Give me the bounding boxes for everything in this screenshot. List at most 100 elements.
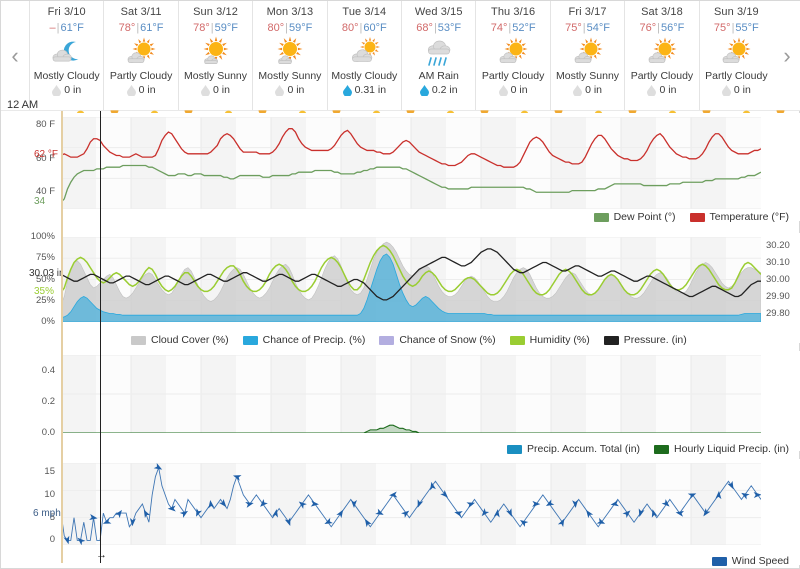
sunrise-icon xyxy=(372,102,381,115)
day-precipitation: 0 in xyxy=(721,84,751,97)
day-temperatures: 75°|55°F xyxy=(713,22,759,34)
day-weather-icon xyxy=(418,36,460,69)
day-high-temp: 78° xyxy=(118,22,136,34)
empty-drop-icon xyxy=(721,84,731,97)
day-precip-amount: 0 in xyxy=(510,84,528,96)
wind-legend[interactable]: Wind Speed xyxy=(711,555,789,567)
day-condition: AM Rain xyxy=(418,70,459,82)
legend-item[interactable]: Pressure. (in) xyxy=(603,334,687,346)
day-precipitation: 0 in xyxy=(201,84,230,97)
sunrise-icon xyxy=(298,102,307,115)
day-precipitation: 0 in xyxy=(498,84,528,97)
day-low-temp: 60°F xyxy=(363,22,387,34)
day-condition: Mostly Sunny xyxy=(184,70,248,82)
day-name: Sun 3/19 xyxy=(713,6,759,18)
legend-item[interactable]: Hourly Liquid Precip. (in) xyxy=(654,443,789,455)
next-days-button[interactable]: › xyxy=(773,1,800,111)
y-axis-tick: 0.2 xyxy=(41,395,55,407)
y2-axis-tick: 29.80 xyxy=(766,307,790,319)
day-weather-icon xyxy=(46,36,88,69)
sunset-icon xyxy=(776,102,785,115)
legend-item[interactable]: Chance of Precip. (%) xyxy=(242,334,365,346)
day-condition: Mostly Sunny xyxy=(556,70,620,82)
legend-item[interactable]: Cloud Cover (%) xyxy=(131,334,229,346)
sunset-icon xyxy=(554,102,563,115)
sunrise-icon xyxy=(150,102,159,115)
day-temperatures: 78°|59°F xyxy=(193,22,238,34)
empty-drop-icon xyxy=(201,84,211,97)
legend-swatch xyxy=(593,212,609,222)
day-precipitation: 0 in xyxy=(573,84,603,97)
day-temperatures: 80°|60°F xyxy=(341,22,387,34)
precipitation-plot-area[interactable] xyxy=(61,355,761,433)
day-weather-icon xyxy=(567,36,609,69)
temperature-plot-area[interactable] xyxy=(61,117,761,209)
day-name: Tue 3/14 xyxy=(342,6,387,18)
legend-item[interactable]: Temperature (°F) xyxy=(689,211,789,223)
day-temperatures: 75°|54°F xyxy=(565,22,610,34)
day-temperatures: –|61°F xyxy=(49,22,84,34)
legend-item[interactable]: Wind Speed xyxy=(711,555,789,567)
legend-item[interactable]: Humidity (%) xyxy=(509,334,590,346)
day-column[interactable]: Sat 3/11 78°|61°F Partly Cloudy 0 in xyxy=(103,1,178,111)
prev-days-button[interactable]: ‹ xyxy=(1,1,29,111)
y-axis-tick: 40 F xyxy=(35,186,55,198)
wind-chart[interactable]: 1510506 mph from NW Wind Speed xyxy=(1,459,800,567)
day-weather-icon xyxy=(492,36,534,69)
empty-drop-icon xyxy=(126,84,136,97)
day-column[interactable]: Sat 3/18 76°|56°F Partly Cloudy 0 in xyxy=(624,1,699,111)
legend-swatch xyxy=(603,335,619,345)
legend-item[interactable]: Dew Point (°) xyxy=(593,211,676,223)
day-precipitation: 0 in xyxy=(126,84,156,97)
day-low-temp: 61°F xyxy=(60,22,84,34)
cloud-chart-plot-area[interactable] xyxy=(61,237,761,322)
wind-plot-area[interactable] xyxy=(61,463,761,545)
day-name: Mon 3/13 xyxy=(266,6,314,18)
day-low-temp: 61°F xyxy=(140,22,164,34)
precipitation-chart[interactable]: 0.4 0.2 0.0 Precip. Accum. Total (in) Hour… xyxy=(1,351,800,455)
legend-item[interactable]: Chance of Snow (%) xyxy=(379,334,496,346)
day-column[interactable]: Mon 3/13 80°|59°F Mostly Sunny 0 in xyxy=(252,1,327,111)
day-precip-amount: 0 in xyxy=(138,84,156,96)
cloud-chart-legend[interactable]: Cloud Cover (%) Chance of Precip. (%) Ch… xyxy=(131,334,687,346)
day-temperatures: 76°|56°F xyxy=(639,22,685,34)
temperature-chart[interactable]: 80 F 60 F 40 F 62 °F 34 Dew Point (°) Temper… xyxy=(1,113,800,223)
day-column[interactable]: Sun 3/12 78°|59°F Mostly Sunny 0 in xyxy=(177,1,253,111)
day-precipitation: 0 in xyxy=(647,84,677,97)
day-precipitation: 0 in xyxy=(52,84,81,97)
legend-swatch xyxy=(379,335,395,345)
sunrise-icon xyxy=(668,102,677,115)
day-column[interactable]: Sun 3/19 75°|55°F Partly Cloudy 0 in xyxy=(698,1,774,111)
empty-drop-icon xyxy=(498,84,508,97)
sunset-icon xyxy=(480,102,489,115)
day-precip-amount: 0 in xyxy=(659,84,677,96)
temperature-legend[interactable]: Dew Point (°) Temperature (°F) xyxy=(593,211,789,223)
legend-swatch xyxy=(131,335,146,345)
day-name: Fri 3/17 xyxy=(568,6,607,18)
day-columns: Fri 3/10 –|61°F Mostly Cloudy 0 in Sat 3… xyxy=(29,1,774,111)
day-weather-icon xyxy=(269,36,311,69)
day-weather-icon xyxy=(343,36,385,69)
day-column[interactable]: Fri 3/10 –|61°F Mostly Cloudy 0 in xyxy=(29,1,104,111)
legend-swatch xyxy=(242,335,258,345)
day-column[interactable]: Thu 3/16 74°|52°F Partly Cloudy 0 in xyxy=(475,1,550,111)
day-column[interactable]: Fri 3/17 75°|54°F Mostly Sunny 0 in xyxy=(549,1,625,111)
day-high-temp: 75° xyxy=(565,22,582,34)
day-column[interactable]: Tue 3/14 80°|60°F Mostly Cloudy 0.31 in xyxy=(326,1,402,111)
precipitation-legend[interactable]: Precip. Accum. Total (in) Hourly Liquid … xyxy=(507,443,789,455)
day-precip-amount: 0 in xyxy=(585,84,603,96)
day-name: Wed 3/15 xyxy=(414,6,463,18)
day-column[interactable]: Wed 3/15 68°|53°F AM Rain 0.2 in xyxy=(401,1,476,111)
sunset-icon xyxy=(258,102,267,115)
day-name: Fri 3/10 xyxy=(47,6,86,18)
y-axis-tick: 75% xyxy=(35,252,55,264)
legend-swatch xyxy=(507,444,523,454)
day-high-temp: 76° xyxy=(639,22,657,34)
legend-item[interactable]: Precip. Accum. Total (in) xyxy=(507,443,640,455)
y2-axis-tick: 30.10 xyxy=(766,256,790,268)
scroll-right-arrow-icon[interactable]: → xyxy=(96,549,107,561)
legend-label: Dew Point (°) xyxy=(613,211,676,223)
sunrise-icon xyxy=(520,102,529,115)
cloud-humidity-pressure-chart[interactable]: 100% 75% 50% 25% 0% 30.03 in 35% 30.20 30.10 30.… xyxy=(1,231,800,346)
sunrise-sunset-markers xyxy=(61,102,800,115)
